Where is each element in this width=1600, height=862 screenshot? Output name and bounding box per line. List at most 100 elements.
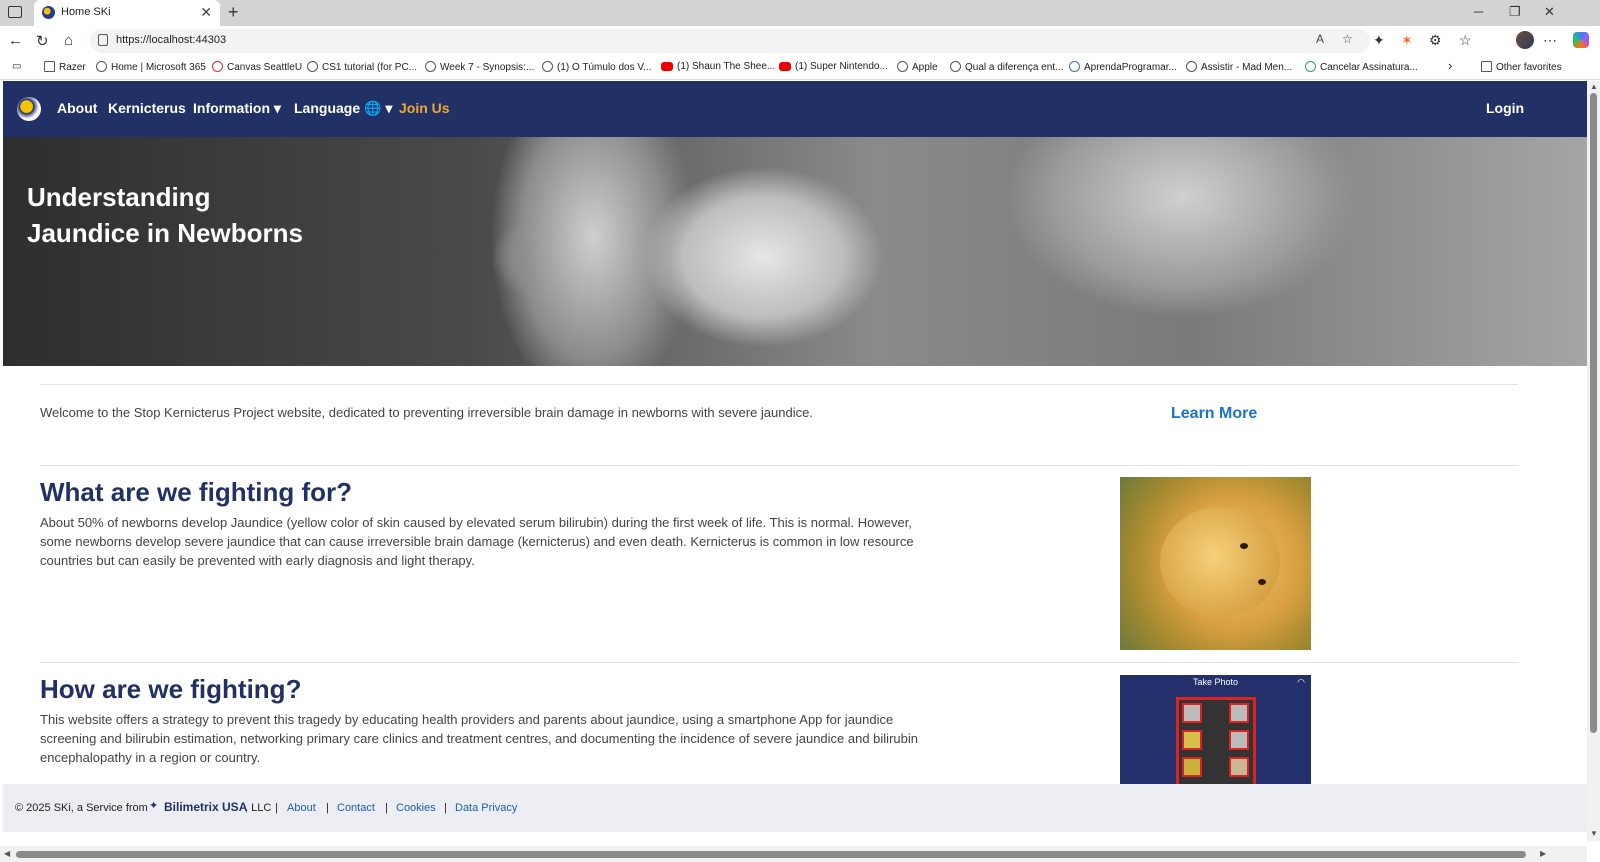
learn-more-link[interactable]: Learn More — [1171, 405, 1257, 423]
wifi-icon: ◠ — [1297, 677, 1305, 687]
section-body: This website offers a strategy to preven… — [40, 712, 918, 765]
grid-cell — [1182, 703, 1202, 723]
footer-link-cookies[interactable]: Cookies — [396, 802, 436, 814]
bookmark-label: (1) Super Nintendo... — [795, 61, 888, 72]
vertical-scroll-thumb[interactable] — [1590, 93, 1597, 733]
bookmark-label: Week 7 - Synopsis:... — [440, 62, 535, 73]
globe-icon — [425, 61, 436, 72]
grid-cell — [1229, 730, 1249, 750]
horizontal-scrollbar[interactable]: ◀ ▶ — [0, 846, 1587, 862]
bookmark-item[interactable]: Assistir - Mad Men... — [1186, 61, 1292, 73]
close-window-icon[interactable]: ✕ — [1544, 4, 1555, 20]
eye-shape — [1240, 543, 1248, 549]
eye-shape — [1258, 579, 1266, 585]
address-bar[interactable]: https://localhost:44303 A ☆ — [90, 29, 1370, 53]
footer-separator: | — [385, 802, 388, 814]
canvas-icon — [212, 61, 223, 72]
bookmark-item[interactable]: CS1 tutorial (for PC... — [307, 61, 417, 73]
active-tab[interactable]: Home SKi ✕ — [34, 0, 220, 26]
color-card-grid — [1176, 697, 1256, 785]
web-page: About Kernicterus Information ▾ Language… — [3, 81, 1587, 862]
scroll-right-icon[interactable]: ▶ — [1540, 849, 1546, 858]
restore-icon[interactable]: ❐ — [1509, 4, 1521, 20]
bookmark-item[interactable]: (1) Shaun The Shee... — [661, 61, 775, 72]
vertical-scrollbar[interactable]: ▲ ▼ — [1587, 81, 1600, 841]
bookmark-item[interactable]: AprendaProgramar... — [1069, 61, 1177, 73]
close-tab-icon[interactable]: ✕ — [200, 4, 212, 21]
tab-actions-icon[interactable] — [8, 6, 22, 18]
nav-login[interactable]: Login — [1486, 100, 1524, 116]
bookmark-item[interactable]: Cancelar Assinatura... — [1305, 61, 1418, 73]
bookmark-label: Apple — [912, 62, 938, 73]
python-icon — [1069, 61, 1080, 72]
divider — [40, 465, 1518, 466]
globe-icon — [950, 61, 961, 72]
bookmark-label: Assistir - Mad Men... — [1201, 62, 1293, 73]
bookmark-sidebar-icon[interactable]: ▭ — [12, 61, 21, 72]
bookmarks-bar: ▭ Razer Home | Microsoft 365 Canvas Seat… — [0, 56, 1600, 80]
new-tab-icon[interactable]: + — [228, 2, 239, 23]
bookmark-label: Canvas SeattleU — [227, 62, 303, 73]
brand-suffix: , LLC — [245, 802, 272, 814]
extensions-icon[interactable]: ⚙ — [1429, 32, 1442, 49]
more-menu-icon[interactable]: ⋯ — [1543, 32, 1557, 49]
footer-separator: | — [275, 802, 278, 814]
bookmarks-overflow-icon[interactable]: › — [1448, 58, 1452, 73]
youtube-icon — [661, 62, 673, 71]
site-logo-icon[interactable] — [17, 97, 41, 121]
grid-cell — [1182, 757, 1202, 777]
site-footer: © 2025 SKi, a Service from ✦ Bilimetrix … — [3, 784, 1587, 832]
minimize-icon[interactable]: ─ — [1474, 4, 1483, 19]
home-icon[interactable]: ⌂ — [64, 32, 73, 49]
copilot-icon[interactable] — [1573, 32, 1589, 48]
extension-razer-icon[interactable]: ✦ — [1373, 32, 1385, 49]
nav-kernicterus[interactable]: Kernicterus — [108, 100, 186, 116]
hero-banner: Understanding Jaundice in Newborns — [3, 137, 1587, 366]
footer-link-contact[interactable]: Contact — [337, 802, 375, 814]
bookmark-item[interactable]: Qual a diferença ent... — [950, 61, 1063, 73]
nav-information-dropdown[interactable]: Information ▾ — [193, 100, 281, 117]
other-favorites-label: Other favorites — [1496, 62, 1562, 73]
favorite-star-icon[interactable]: ☆ — [1342, 32, 1353, 46]
section-body: About 50% of newborns develop Jaundice (… — [40, 515, 914, 568]
scroll-left-icon[interactable]: ◀ — [4, 849, 10, 858]
back-icon[interactable]: ← — [8, 32, 23, 49]
address-toolbar: ← ↻ ⌂ https://localhost:44303 A ☆ ✦ ✶ ⚙ … — [0, 26, 1600, 56]
bookmark-item[interactable]: Week 7 - Synopsis:... — [425, 61, 534, 73]
nav-about[interactable]: About — [57, 100, 97, 116]
copyright-text: © 2025 SKi, a Service from — [15, 802, 148, 814]
welcome-text: Welcome to the Stop Kernicterus Project … — [40, 405, 813, 420]
footer-link-data-privacy[interactable]: Data Privacy — [455, 802, 517, 814]
hero-title: Understanding Jaundice in Newborns — [27, 182, 303, 248]
globe-icon — [542, 61, 553, 72]
bilimetrix-logo-icon: ✦ — [149, 800, 159, 812]
horizontal-scroll-thumb[interactable] — [16, 851, 1526, 858]
footer-separator: | — [326, 802, 329, 814]
scroll-up-icon[interactable]: ▲ — [1590, 82, 1598, 91]
extension-icon[interactable]: ✶ — [1401, 32, 1413, 49]
site-info-icon[interactable] — [98, 34, 108, 46]
url-text[interactable]: https://localhost:44303 — [116, 34, 226, 46]
bookmark-item[interactable]: (1) Super Nintendo... — [779, 61, 888, 72]
other-favorites[interactable]: Other favorites — [1481, 61, 1562, 73]
nav-join-us[interactable]: Join Us — [399, 100, 450, 116]
bookmark-item[interactable]: Home | Microsoft 365 — [96, 61, 206, 73]
bookmark-label: CS1 tutorial (for PC... — [322, 62, 418, 73]
folder-icon — [1481, 61, 1492, 72]
favorites-icon[interactable]: ☆ — [1459, 32, 1472, 49]
bookmark-item[interactable]: Apple — [897, 61, 938, 73]
site-navbar: About Kernicterus Information ▾ Language… — [3, 81, 1587, 137]
bookmark-item[interactable]: Razer — [44, 61, 86, 73]
bookmark-item[interactable]: (1) O Túmulo dos V... — [542, 61, 652, 73]
take-photo-label: Take Photo — [1192, 677, 1239, 687]
site-icon — [1305, 61, 1316, 72]
baby-face-shape — [1160, 507, 1280, 617]
bookmark-item[interactable]: Canvas SeattleU — [212, 61, 302, 73]
read-aloud-icon[interactable]: A — [1316, 32, 1324, 46]
refresh-icon[interactable]: ↻ — [36, 32, 49, 50]
footer-link-about[interactable]: About — [287, 802, 316, 814]
scroll-down-icon[interactable]: ▼ — [1590, 829, 1598, 838]
youtube-icon — [779, 62, 791, 71]
nav-language-dropdown[interactable]: Language 🌐 ▾ — [294, 100, 392, 117]
profile-avatar[interactable] — [1516, 31, 1534, 49]
